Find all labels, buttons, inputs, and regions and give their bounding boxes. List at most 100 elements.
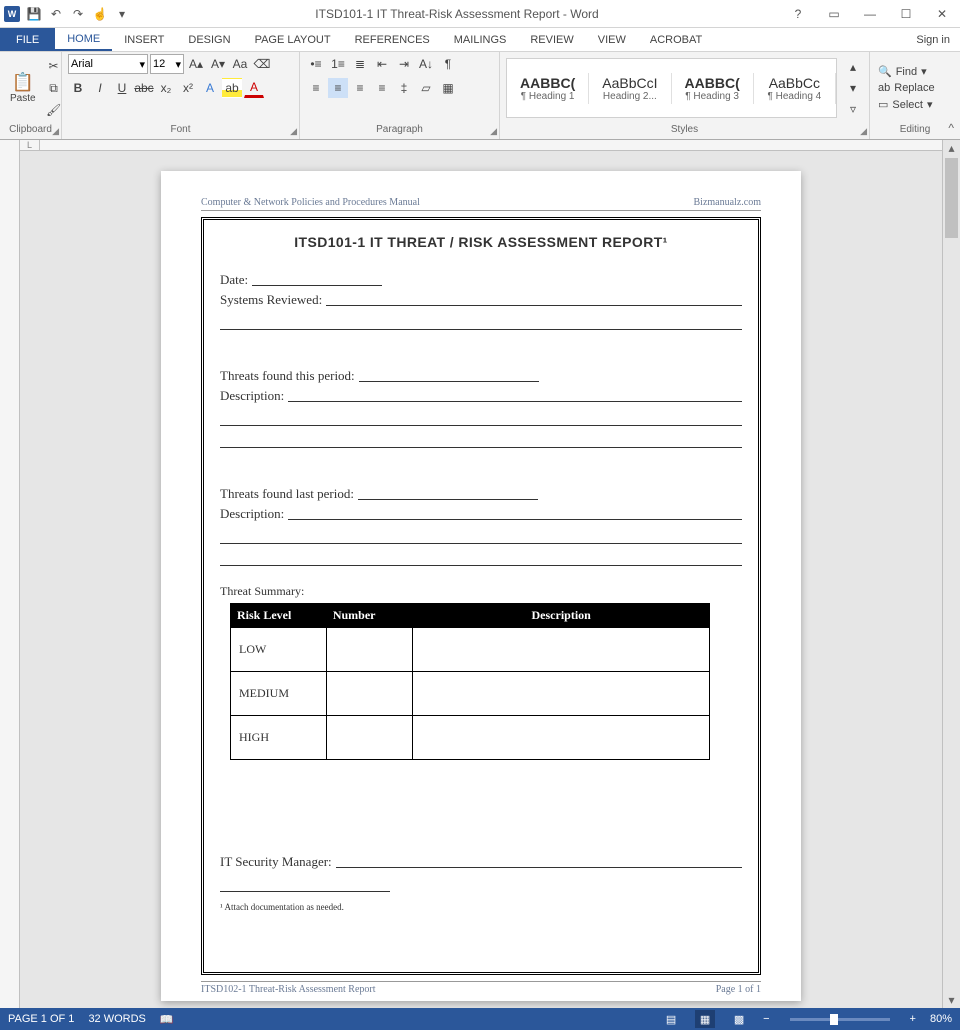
blank-line [220,530,742,544]
redo-button[interactable]: ↷ [70,6,86,22]
vertical-ruler[interactable] [0,140,20,1008]
col-number: Number [326,604,412,628]
blank-line [220,316,742,330]
styles-scroll-down[interactable]: ▾ [843,78,863,98]
page-header: Computer & Network Policies and Procedur… [201,197,761,211]
zoom-out-button[interactable]: − [763,1013,769,1025]
change-case-button[interactable]: Aa [230,54,250,74]
ribbon-display-options[interactable]: ▭ [820,4,848,24]
horizontal-ruler[interactable] [40,140,942,150]
help-button[interactable]: ? [784,4,812,24]
proofing-button[interactable]: 📖 [160,1013,174,1026]
zoom-slider[interactable] [790,1018,890,1021]
minimize-button[interactable]: — [856,4,884,24]
vertical-scrollbar[interactable]: ▴ ▾ [942,140,960,1008]
tab-insert[interactable]: INSERT [112,28,176,51]
tab-home[interactable]: HOME [55,28,112,51]
multilevel-list-button[interactable]: ≣ [350,54,370,74]
scroll-up-arrow[interactable]: ▴ [943,140,960,156]
styles-launcher[interactable]: ◢ [860,126,867,137]
align-center-button[interactable]: ≡ [328,78,348,98]
justify-button[interactable]: ≡ [372,78,392,98]
blank-line [220,552,742,566]
select-button[interactable]: ▭Select▾ [876,97,937,112]
scroll-thumb[interactable] [945,158,958,238]
subscript-button[interactable]: x₂ [156,78,176,98]
customize-qat-button[interactable]: ▾ [114,6,130,22]
undo-button[interactable]: ↶ [48,6,64,22]
word-count[interactable]: 32 WORDS [88,1013,145,1025]
restore-button[interactable]: ☐ [892,4,920,24]
format-painter-button[interactable]: 🖌 [44,100,64,120]
zoom-level[interactable]: 80% [930,1013,952,1025]
tab-view[interactable]: VIEW [586,28,638,51]
collapse-ribbon-button[interactable]: ^ [948,121,954,135]
text-effects-button[interactable]: A [200,78,220,98]
increase-indent-button[interactable]: ⇥ [394,54,414,74]
styles-scroll-up[interactable]: ▴ [843,57,863,77]
highlight-button[interactable]: ab [222,78,242,98]
replace-button[interactable]: abReplace [876,81,937,95]
document-page[interactable]: Computer & Network Policies and Procedur… [161,171,801,1001]
styles-expand[interactable]: ▿ [843,99,863,119]
italic-button[interactable]: I [90,78,110,98]
tab-file[interactable]: FILE [0,28,55,51]
clear-formatting-button[interactable]: ⌫ [252,54,272,74]
document-title: ITSD101-1 IT THREAT / RISK ASSESSMENT RE… [220,234,742,250]
print-layout-button[interactable]: ▦ [695,1010,715,1028]
paste-button[interactable]: 📋 Paste [6,70,40,106]
scroll-down-arrow[interactable]: ▾ [943,992,960,1008]
sign-in-link[interactable]: Sign in [906,28,960,51]
strikethrough-button[interactable]: abc [134,78,154,98]
bold-button[interactable]: B [68,78,88,98]
show-marks-button[interactable]: ¶ [438,54,458,74]
style-heading4[interactable]: AaBbCc¶ Heading 4 [754,73,836,104]
style-heading2[interactable]: AaBbCcIHeading 2... [589,73,671,104]
zoom-slider-knob[interactable] [830,1014,838,1025]
bullets-button[interactable]: •≡ [306,54,326,74]
font-name-selector[interactable]: Arial▾ [68,54,148,74]
shrink-font-button[interactable]: A▾ [208,54,228,74]
shading-button[interactable]: ▱ [416,78,436,98]
document-area[interactable]: L Computer & Network Policies and Proced… [20,140,942,1008]
align-right-button[interactable]: ≡ [350,78,370,98]
style-heading1[interactable]: AABBC(¶ Heading 1 [507,73,589,104]
numbering-button[interactable]: 1≡ [328,54,348,74]
tab-page-layout[interactable]: PAGE LAYOUT [243,28,343,51]
font-size-selector[interactable]: 12▾ [150,54,184,74]
styles-gallery[interactable]: AABBC(¶ Heading 1 AaBbCcIHeading 2... AA… [506,58,837,118]
page-count[interactable]: PAGE 1 OF 1 [8,1013,74,1025]
paragraph-launcher[interactable]: ◢ [490,126,497,137]
group-editing: 🔍Find▾ abReplace ▭Select▾ Editing ^ [870,52,960,139]
superscript-button[interactable]: x² [178,78,198,98]
tab-acrobat[interactable]: ACROBAT [638,28,714,51]
grow-font-button[interactable]: A▴ [186,54,206,74]
table-row: MEDIUM [231,672,710,716]
find-button[interactable]: 🔍Find▾ [876,64,937,79]
tab-mailings[interactable]: MAILINGS [442,28,519,51]
font-color-button[interactable]: A [244,78,264,98]
editing-group-label: Editing [876,122,954,137]
tab-review[interactable]: REVIEW [518,28,585,51]
line-spacing-button[interactable]: ‡ [394,78,414,98]
sort-button[interactable]: A↓ [416,54,436,74]
align-left-button[interactable]: ≡ [306,78,326,98]
tab-references[interactable]: REFERENCES [343,28,442,51]
close-button[interactable]: ✕ [928,4,956,24]
font-launcher[interactable]: ◢ [290,126,297,137]
copy-button[interactable]: ⧉ [44,78,64,98]
tab-design[interactable]: DESIGN [176,28,242,51]
read-mode-button[interactable]: ▤ [661,1010,681,1028]
decrease-indent-button[interactable]: ⇤ [372,54,392,74]
zoom-in-button[interactable]: + [910,1013,916,1025]
underline-button[interactable]: U [112,78,132,98]
touch-mode-button[interactable]: ☝ [92,6,108,22]
borders-button[interactable]: ▦ [438,78,458,98]
cut-button[interactable]: ✂ [44,56,64,76]
tab-selector[interactable]: L [20,140,40,150]
save-button[interactable]: 💾 [26,6,42,22]
style-heading3[interactable]: AABBC(¶ Heading 3 [672,73,754,104]
web-layout-button[interactable]: ▩ [729,1010,749,1028]
chevron-down-icon: ▾ [927,98,933,111]
clipboard-launcher[interactable]: ◢ [52,126,59,137]
